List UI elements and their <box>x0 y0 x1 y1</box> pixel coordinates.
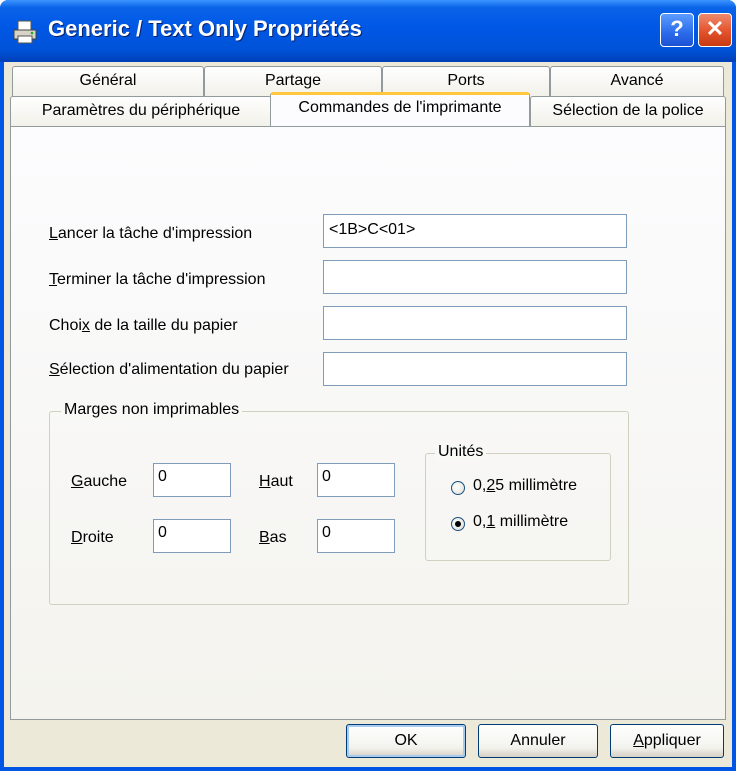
cancel-button[interactable]: Annuler <box>478 724 598 758</box>
end-job-input[interactable] <box>323 260 627 294</box>
tab-printer-commands[interactable]: Commandes de l'imprimante <box>270 92 530 126</box>
right-margin-label: Droite <box>71 529 114 546</box>
unit-025mm-radio[interactable] <box>451 481 465 495</box>
tab-general[interactable]: Général <box>12 66 204 96</box>
printer-commands-panel: Lancer la tâche d'impression <1B>C<01> T… <box>10 126 726 720</box>
tab-advanced[interactable]: Avancé <box>550 66 724 96</box>
left-margin-input[interactable]: 0 <box>153 463 231 497</box>
top-margin-label: Haut <box>259 473 293 490</box>
properties-dialog: Generic / Text Only Propriétés ? ✕ Génér… <box>0 0 736 771</box>
window-title: Generic / Text Only Propriétés <box>48 16 362 41</box>
apply-button[interactable]: Appliquer <box>610 724 724 758</box>
ok-button[interactable]: OK <box>346 724 466 758</box>
left-margin-label: Gauche <box>71 473 128 490</box>
right-margin-input[interactable]: 0 <box>153 519 231 553</box>
paper-feed-input[interactable] <box>323 352 627 386</box>
paper-size-label: Choix de la taille du papier <box>49 317 238 334</box>
tab-font-selection[interactable]: Sélection de la police <box>530 96 726 126</box>
units-group <box>425 453 611 561</box>
unit-025mm-label[interactable]: 0,25 millimètre <box>473 477 577 495</box>
paper-size-input[interactable] <box>323 306 627 340</box>
unit-01mm-radio[interactable] <box>451 517 465 531</box>
bottom-margin-label: Bas <box>259 529 287 546</box>
unit-01mm-label[interactable]: 0,1 millimètre <box>473 513 568 531</box>
margins-group-title: Marges non imprimables <box>61 401 243 419</box>
top-margin-input[interactable]: 0 <box>317 463 395 497</box>
tab-device-settings[interactable]: Paramètres du périphérique <box>10 96 272 126</box>
bottom-margin-input[interactable]: 0 <box>317 519 395 553</box>
title-bar[interactable]: Generic / Text Only Propriétés ? ✕ <box>0 0 736 62</box>
help-button[interactable]: ? <box>660 13 694 47</box>
dialog-body: Général Partage Ports Avancé Paramètres … <box>4 62 732 767</box>
units-group-title: Unités <box>435 443 487 461</box>
close-button[interactable]: ✕ <box>698 13 732 47</box>
paper-feed-label: Sélection d'alimentation du papier <box>49 361 289 378</box>
start-job-input[interactable]: <1B>C<01> <box>323 214 627 248</box>
end-job-label: Terminer la tâche d'impression <box>49 271 266 288</box>
printer-icon <box>13 20 37 44</box>
start-job-label: Lancer la tâche d'impression <box>49 225 253 242</box>
